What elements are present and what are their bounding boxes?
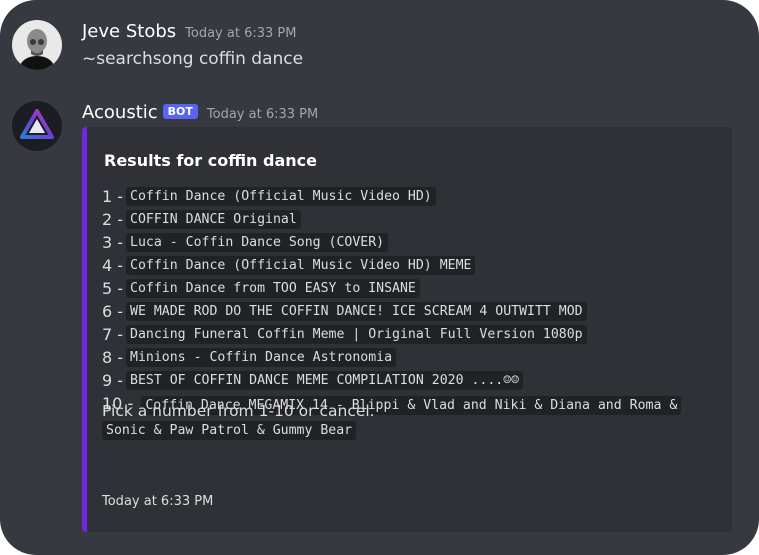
list-item: 6 - WE MADE ROD DO THE COFFIN DANCE! ICE…: [102, 300, 702, 323]
list-item: 8 - Minions - Coffin Dance Astronomia: [102, 346, 702, 369]
username[interactable]: Acoustic: [82, 102, 158, 123]
result-number: 3 -: [102, 233, 124, 252]
list-item: 7 - Dancing Funeral Coffin Meme | Origin…: [102, 323, 702, 346]
result-number: 7 -: [102, 325, 124, 344]
selection-prompt: Pick a number from 1-10 or cancel.: [102, 402, 375, 420]
list-item: 3 - Luca - Coffin Dance Song (COVER): [102, 231, 702, 254]
result-title: BEST OF COFFIN DANCE MEME COMPILATION 20…: [126, 371, 524, 390]
message-timestamp: Today at 6:33 PM: [185, 26, 297, 41]
chat-window: Jeve Stobs Today at 6:33 PM ~searchsong …: [0, 0, 759, 555]
embed-footer-timestamp: Today at 6:33 PM: [102, 494, 214, 509]
username[interactable]: Jeve Stobs: [82, 21, 176, 42]
message-header: Acoustic BOT Today at 6:33 PM: [82, 102, 318, 123]
results-embed: Results for coffin dance 1 - Coffin Danc…: [82, 127, 732, 532]
result-title: WE MADE ROD DO THE COFFIN DANCE! ICE SCR…: [126, 302, 587, 321]
result-number: 2 -: [102, 210, 124, 229]
result-number: 9 -: [102, 371, 124, 390]
result-title: Dancing Funeral Coffin Meme | Original F…: [126, 325, 587, 344]
list-item: 4 - Coffin Dance (Official Music Video H…: [102, 254, 702, 277]
embed-title: Results for coffin dance: [104, 151, 317, 170]
result-title: Coffin Dance (Official Music Video HD): [126, 187, 436, 206]
result-title: COFFIN DANCE Original: [126, 210, 301, 229]
list-item: 9 - BEST OF COFFIN DANCE MEME COMPILATIO…: [102, 369, 702, 392]
result-number: 5 -: [102, 279, 124, 298]
result-number: 6 -: [102, 302, 124, 321]
message-header: Jeve Stobs Today at 6:33 PM: [82, 21, 296, 42]
list-item: 1 - Coffin Dance (Official Music Video H…: [102, 185, 702, 208]
message-content: ~searchsong coffin dance: [82, 49, 304, 69]
result-title: Coffin Dance from TOO EASY to INSANE: [126, 279, 420, 298]
list-item: 2 - COFFIN DANCE Original: [102, 208, 702, 231]
result-title: Luca - Coffin Dance Song (COVER): [126, 233, 389, 252]
result-title: Coffin Dance (Official Music Video HD) M…: [126, 256, 476, 275]
message-timestamp: Today at 6:33 PM: [206, 107, 319, 122]
acoustic-triangle-logo[interactable]: [12, 101, 62, 151]
bot-badge: BOT: [162, 104, 198, 119]
result-title: Minions - Coffin Dance Astronomia: [126, 348, 397, 367]
result-number: 8 -: [102, 348, 124, 367]
result-number: 4 -: [102, 256, 124, 275]
user-photo-avatar[interactable]: [12, 20, 62, 70]
list-item: 5 - Coffin Dance from TOO EASY to INSANE: [102, 277, 702, 300]
result-number: 1 -: [102, 187, 124, 206]
